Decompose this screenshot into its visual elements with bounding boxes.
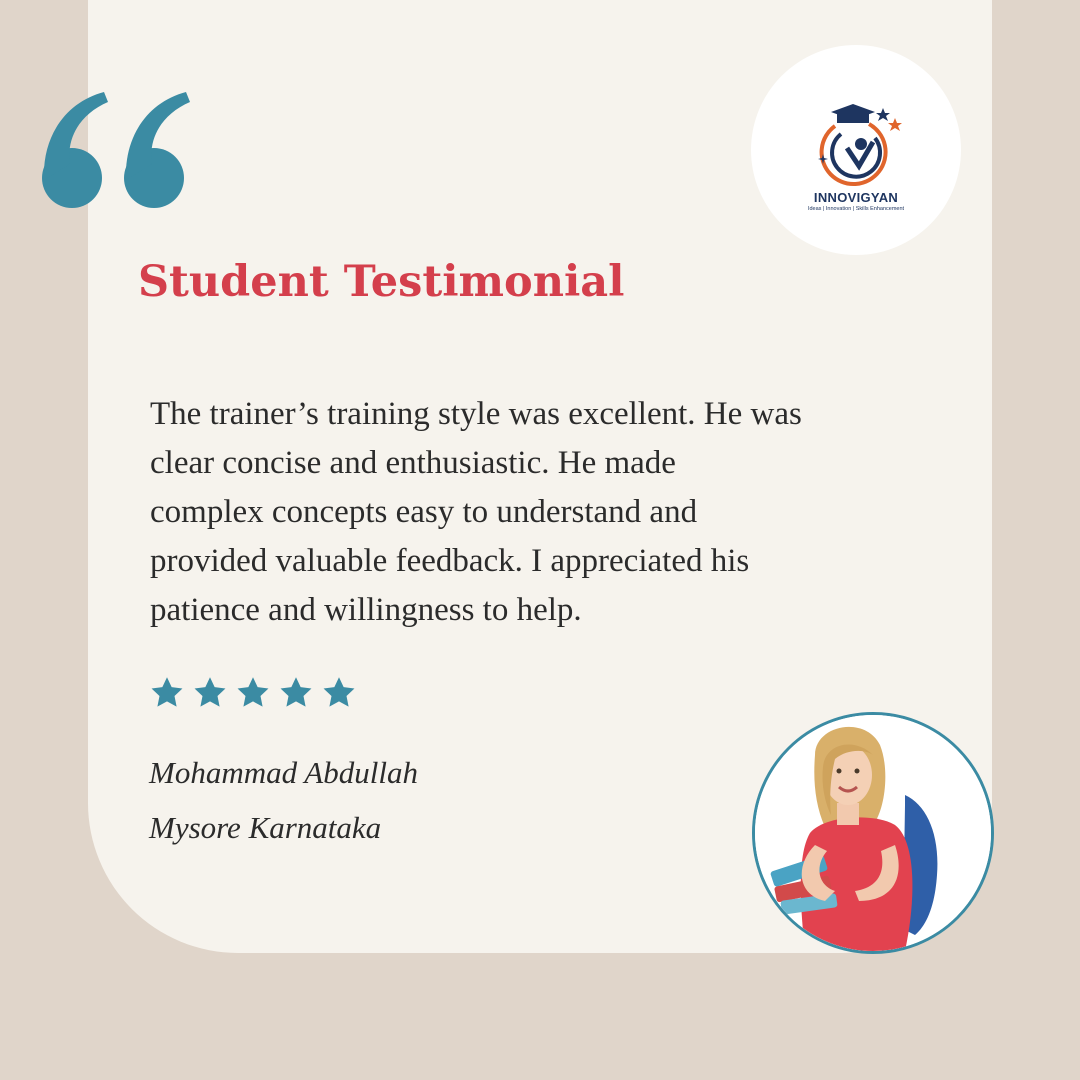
student-photo (752, 712, 994, 954)
author-location: Mysore Karnataka (149, 810, 382, 845)
star-rating (149, 675, 357, 715)
testimonial-text: The trainer’s training style was excelle… (150, 390, 880, 635)
logo-badge: INNOVIGYAN Ideas | Innovation | Skills E… (751, 45, 961, 255)
testimonial-line: provided valuable feedback. I appreciate… (150, 543, 750, 579)
testimonial-line: patience and willingness to help. (150, 592, 582, 628)
star-icon (323, 677, 355, 707)
star-icon (194, 677, 226, 707)
brand-name: INNOVIGYAN (813, 190, 899, 205)
graduation-cap-logo (818, 104, 902, 186)
student-illustration (755, 715, 991, 951)
star-icon (151, 677, 183, 707)
page-title: Student Testimonial (138, 257, 625, 307)
author-name: Mohammad Abdullah (149, 755, 418, 790)
star-icon (237, 677, 269, 707)
brand-tagline: Ideas | Innovation | Skills Enhancement (807, 206, 905, 212)
quote-icon (42, 92, 190, 208)
star-icon (280, 677, 312, 707)
testimonial-line: complex concepts easy to understand and (150, 494, 698, 530)
testimonial-line: clear concise and enthusiastic. He made (150, 445, 676, 481)
testimonial-line: The trainer’s training style was excelle… (150, 396, 802, 432)
